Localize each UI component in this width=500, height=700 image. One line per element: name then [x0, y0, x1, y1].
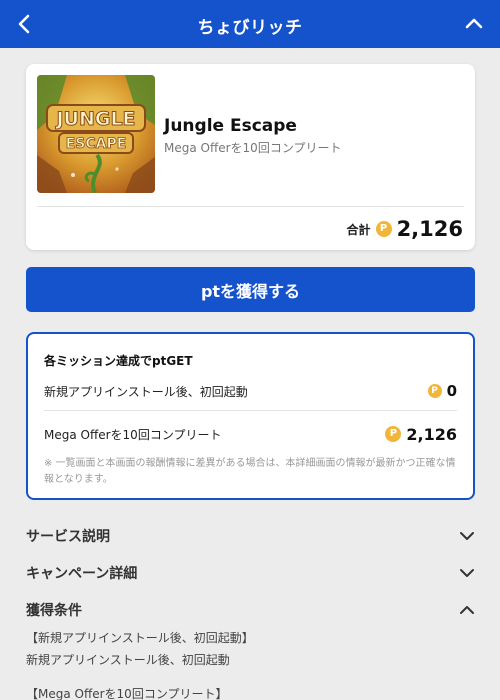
section-label: 獲得条件: [26, 603, 82, 619]
jungle-escape-logo: JUNGLE ESCAPE: [37, 75, 155, 193]
chevron-up-icon: [460, 606, 474, 614]
mission-row: 新規アプリインストール後、初回起動 P 0: [44, 380, 457, 402]
header-title: ちょびリッチ: [197, 18, 303, 38]
mission-points: P 0: [427, 382, 457, 400]
condition-heading: 【Mega Offerを10回コンプリート】: [26, 687, 228, 700]
get-points-button[interactable]: ptを獲得する: [26, 267, 475, 312]
section-label: サービス説明: [26, 529, 110, 545]
total-points: 合計 P 2,126: [347, 216, 463, 242]
section-campaign-details[interactable]: キャンペーン詳細: [26, 561, 475, 585]
condition-text: 新規アプリインストール後、初回起動: [26, 653, 230, 667]
app-thumbnail: JUNGLE ESCAPE: [37, 75, 155, 193]
point-coin-icon: P: [427, 384, 442, 398]
card-divider: [37, 206, 464, 207]
mission-points: P 2,126: [385, 425, 457, 444]
section-acquisition-conditions[interactable]: 獲得条件: [26, 598, 475, 622]
offer-subtitle: Mega Offerを10回コンプリート: [164, 141, 342, 155]
mission-title: 各ミッション達成でptGET: [44, 354, 193, 368]
svg-text:ESCAPE: ESCAPE: [66, 136, 127, 152]
condition-heading: 【新規アプリインストール後、初回起動】: [26, 631, 254, 645]
chevron-down-icon: [460, 532, 474, 540]
app-header: ちょびリッチ: [0, 0, 500, 48]
point-coin-icon: P: [385, 426, 402, 442]
mission-panel: 各ミッション達成でptGET 新規アプリインストール後、初回起動 P 0 Meg…: [26, 332, 475, 500]
mission-label: Mega Offerを10回コンプリート: [44, 427, 222, 442]
mission-row: Mega Offerを10回コンプリート P 2,126: [44, 422, 457, 446]
mission-points-value: 2,126: [406, 424, 457, 444]
mission-divider: [44, 410, 457, 411]
app-name: Jungle Escape: [164, 116, 297, 136]
total-label: 合計: [346, 222, 371, 237]
total-value: 2,126: [396, 217, 463, 241]
svg-text:JUNGLE: JUNGLE: [54, 108, 135, 130]
collapse-button[interactable]: [462, 12, 486, 36]
chevron-down-icon: [460, 569, 474, 577]
section-service-description[interactable]: サービス説明: [26, 524, 475, 548]
offer-card: JUNGLE ESCAPE Jungle Escape Mega Offerを1…: [26, 64, 475, 250]
reward-disclaimer: ※ 一覧画面と本画面の報酬情報に差異がある場合は、本詳細画面の情報が最新かつ正確…: [44, 458, 456, 485]
point-coin-icon: P: [375, 221, 392, 237]
chevron-up-icon: [465, 18, 483, 29]
mission-points-value: 0: [446, 382, 457, 400]
mission-label: 新規アプリインストール後、初回起動: [44, 384, 248, 399]
section-label: キャンペーン詳細: [26, 566, 138, 582]
